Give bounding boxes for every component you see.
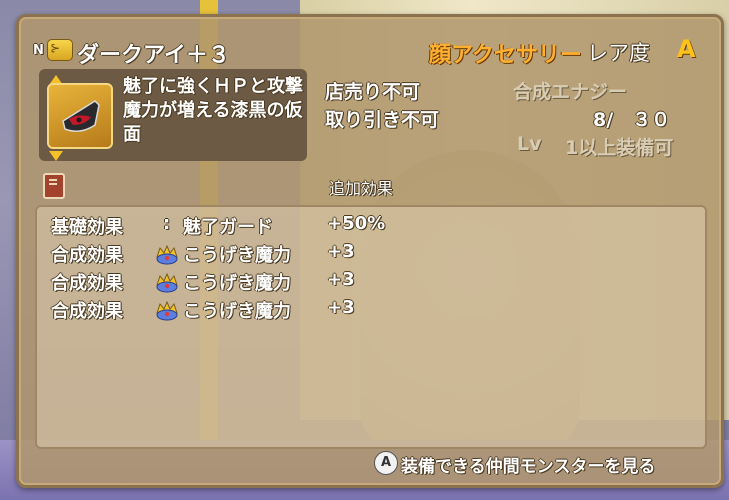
effect-label: 合成効果	[51, 301, 123, 322]
effect-value: +3	[327, 297, 355, 318]
effect-value: +3	[327, 241, 355, 262]
rarity-value: A	[677, 35, 696, 63]
item-info-panel: N ⊱ ダークアイ＋３ 顔アクセサリー レア度 A 魅了に強くＨＰと攻撃魔力が増…	[16, 14, 724, 488]
crown-gem-icon	[156, 272, 178, 293]
rarity-label: レア度	[587, 41, 650, 65]
key-item-icon: ⊱	[47, 39, 73, 61]
level-req-value: 1以上装備可	[565, 137, 674, 159]
effect-separator: :	[163, 213, 171, 234]
effect-label: 基礎効果	[51, 217, 123, 238]
item-name: ダークアイ＋３	[77, 43, 230, 68]
effect-value: +3	[327, 269, 355, 290]
book-icon[interactable]	[43, 173, 65, 199]
effect-name: こうげき魔力	[183, 273, 291, 294]
item-description: 魅了に強くＨＰと攻撃魔力が増える漆黒の仮面	[123, 76, 303, 145]
next-item-arrow-icon[interactable]	[49, 151, 63, 161]
section-title-extra-effects: 追加効果	[329, 179, 394, 198]
synth-energy-label: 合成エナジー	[513, 81, 628, 103]
effect-name: 魅了ガード	[183, 217, 273, 238]
view-equippable-monsters-link[interactable]: 装備できる仲間モンスターを見る	[401, 452, 655, 477]
effect-name: こうげき魔力	[183, 301, 291, 322]
synth-energy-value: 8/ ３０	[593, 109, 671, 131]
crown-gem-icon	[156, 244, 178, 265]
level-req-label: Lv	[517, 133, 542, 155]
effects-list: 基礎効果 : 魅了ガード +50% 合成効果 こうげき魔力 +3 合成効果 こう…	[35, 205, 707, 449]
prefix-badge: N	[33, 43, 44, 58]
effect-name: こうげき魔力	[183, 245, 291, 266]
effect-label: 合成効果	[51, 273, 123, 294]
effect-value: +50%	[327, 213, 386, 234]
sell-status: 店売り不可	[325, 81, 421, 103]
item-category: 顔アクセサリー	[429, 43, 582, 68]
trade-status: 取り引き不可	[325, 109, 440, 131]
a-button-icon[interactable]: A	[374, 451, 398, 475]
crown-gem-icon	[156, 300, 178, 321]
dark-mask-icon	[47, 83, 113, 149]
effect-label: 合成効果	[51, 245, 123, 266]
